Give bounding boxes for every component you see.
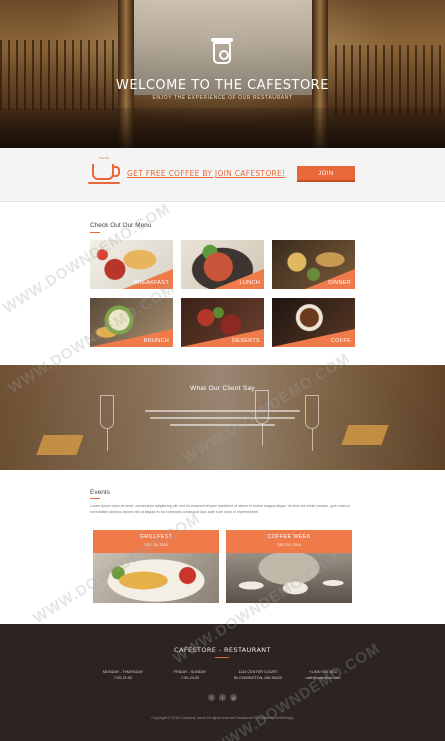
hero-floor [0, 108, 445, 148]
events-section: Events Lorem ipsum dolor sit amet, conse… [0, 470, 445, 624]
email-link[interactable]: cafe@cafestore.com [293, 675, 353, 681]
menu-tile-brunch[interactable]: BRUNCH [90, 298, 173, 347]
hours-value: 7:00-24:00 [180, 676, 200, 680]
steam-icon: ~~ [99, 153, 110, 163]
menu-tile-lunch[interactable]: LUNCH [181, 240, 264, 289]
tile-label: BREAKFAST [133, 280, 169, 286]
grillfest-photo [93, 553, 219, 603]
footer-title: CAFESTORE - RESTAURANT [174, 646, 271, 654]
menu-tile-deserts[interactable]: DESERTS [181, 298, 264, 347]
menu-tile-coffe[interactable]: COFFE [272, 298, 355, 347]
footer: CAFESTORE - RESTAURANT MONDAY - THURSDAY… [0, 624, 445, 741]
heading-underline [90, 498, 100, 499]
event-card-coffee-week[interactable]: COFFEE WEEK DEC 20, 2015 [226, 530, 352, 603]
coffee-cup-icon [92, 164, 120, 180]
menu-tile-breakfast[interactable]: BREAKFAST [90, 240, 173, 289]
event-date: DEC 20, 2015 [277, 543, 301, 547]
tile-label: DESERTS [232, 338, 260, 344]
hero-banner: WELCOME TO THE CAFESTORE ENJOY THE EXPER… [0, 0, 445, 148]
saucer-icon [88, 182, 120, 184]
hero-title: WELCOME TO THE CAFESTORE [116, 78, 329, 93]
copyright: Copyright © 2016 Company name All rights… [151, 716, 294, 720]
google-plus-icon[interactable]: g [230, 694, 237, 701]
promo-strip: ~~ GET FREE COFFEE BY JOIN CAFESTORE! JO… [0, 148, 445, 202]
footer-hours-weekend: FRIDAY - SUNDAY 7:00-24:00 [160, 669, 220, 681]
event-card-header: GRILLFEST DEC 15, 2015 [93, 530, 219, 553]
wine-glass-stem [262, 424, 263, 446]
testimonial-section: What Our Client Say [0, 365, 445, 470]
tile-label: COFFE [330, 338, 351, 344]
promo-link[interactable]: GET FREE COFFEE BY JOIN CAFESTORE! [127, 169, 285, 178]
wine-glass-decoration [100, 395, 114, 429]
napkin-decoration [341, 425, 389, 445]
wine-glass-stem [312, 429, 313, 451]
menu-heading: Check Out Our Menu [90, 222, 152, 229]
testimonial-text-line [170, 424, 275, 426]
event-card-grillfest[interactable]: GRILLFEST DEC 15, 2015 [93, 530, 219, 603]
event-title: GRILLFEST [139, 534, 173, 540]
tile-label: DINNER [328, 280, 351, 286]
wine-glass-decoration [305, 395, 319, 429]
event-card-header: COFFEE WEEK DEC 20, 2015 [226, 530, 352, 553]
hero-subtitle: ENJOY THE EXPERIENCE OF OUR RESTAURANT [152, 95, 293, 101]
events-intro: Lorem ipsum dolor sit amet, consectetur … [90, 504, 350, 514]
tile-label: LUNCH [239, 280, 260, 286]
napkin-decoration [36, 435, 84, 455]
testimonial-heading: What Our Client Say [190, 385, 255, 392]
footer-hours-weekday: MONDAY - THURSDAY 7:00-21:00 [93, 669, 153, 681]
wine-glass-stem [107, 429, 108, 451]
tile-label: BRUNCH [143, 338, 169, 344]
events-heading: Events [90, 489, 110, 496]
twitter-icon[interactable]: t [219, 694, 226, 701]
hours-value: 7:00-21:00 [113, 676, 133, 680]
testimonial-text-line [145, 410, 300, 412]
event-title: COFFEE WEEK [267, 534, 311, 540]
heading-underline [90, 232, 100, 233]
menu-tile-dinner[interactable]: DINNER [272, 240, 355, 289]
coffee-week-photo [226, 553, 352, 603]
address-line: BLOOMINGTON, MN 55425 [233, 676, 283, 680]
join-button[interactable]: JOIN [297, 166, 355, 182]
coffee-cup-logo-icon [211, 38, 233, 64]
event-date: DEC 15, 2015 [144, 543, 168, 547]
facebook-icon[interactable]: f [208, 694, 215, 701]
footer-underline [215, 657, 229, 658]
testimonial-text-line [150, 417, 295, 419]
footer-address: 1115 CENTER COURT BLOOMINGTON, MN 55425 [228, 669, 288, 681]
menu-section: Check Out Our Menu BREAKFAST LUNCH DINNE… [0, 202, 445, 365]
footer-contact: +1 800 555 0011 cafe@cafestore.com [293, 669, 353, 681]
